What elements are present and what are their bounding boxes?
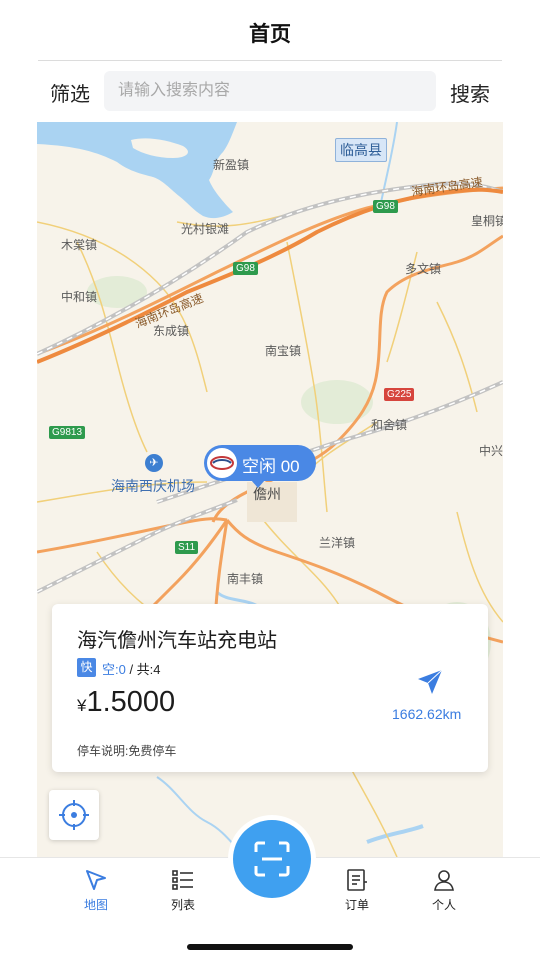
- station-logo-icon: [207, 448, 237, 478]
- total-count: / 共:4: [125, 662, 161, 677]
- fast-charge-badge: 快: [77, 658, 96, 677]
- station-map-marker[interactable]: 空闲 00: [204, 445, 316, 488]
- locate-icon: [59, 800, 89, 830]
- map-label: 和舍镇: [371, 418, 408, 432]
- map-airport-label: 海南西庆机场: [111, 478, 195, 494]
- search-input[interactable]: [104, 71, 436, 111]
- tab-label: 地图: [83, 898, 108, 912]
- parking-note: 停车说明:免费停车: [77, 744, 177, 758]
- map-road-badge: G225: [384, 388, 415, 401]
- search-button[interactable]: 搜索: [450, 78, 490, 107]
- tab-label: 列表: [170, 898, 195, 912]
- airport-icon: ✈: [145, 454, 163, 472]
- page-title: 首页: [249, 23, 291, 46]
- map-label: 木棠镇: [61, 238, 98, 252]
- marker-pointer: [251, 480, 265, 488]
- availability-text: 空:0 / 共:4: [102, 659, 161, 678]
- map-label: 光村银滩: [181, 222, 230, 236]
- tab-profile[interactable]: 个人: [404, 858, 484, 918]
- tab-label: 订单: [344, 898, 369, 912]
- header: 首页: [0, 0, 540, 62]
- station-card[interactable]: 海汽儋州汽车站充电站 快 空:0 / 共:4 ¥1.5000 停车说明:免费停车…: [52, 604, 488, 772]
- price-value: 1.5000: [86, 686, 176, 718]
- tab-map[interactable]: 地图: [56, 858, 136, 918]
- distance-text[interactable]: 1662.62km: [392, 706, 461, 722]
- person-icon: [434, 870, 454, 891]
- station-name: 海汽儋州汽车站充电站: [77, 630, 277, 652]
- map-road-badge: G98: [373, 200, 398, 213]
- locate-button[interactable]: [49, 790, 99, 840]
- free-count: 空:0: [102, 662, 126, 677]
- navigate-icon[interactable]: [416, 668, 444, 696]
- search-bar: 筛选 搜索: [0, 62, 540, 122]
- tab-list[interactable]: 列表: [143, 858, 223, 918]
- map-county-tag: 临高县: [335, 138, 387, 162]
- filter-button[interactable]: 筛选: [50, 78, 90, 107]
- navigation-icon: [86, 870, 106, 890]
- order-icon: [347, 869, 367, 891]
- map-label: 中兴: [479, 444, 503, 458]
- scan-icon: [254, 841, 290, 877]
- tab-orders[interactable]: 订单: [317, 858, 397, 918]
- map-label: 新盈镇: [213, 158, 250, 172]
- list-icon: [172, 870, 193, 890]
- map-label: 南丰镇: [227, 572, 264, 586]
- map-label: 多文镇: [405, 262, 442, 276]
- map-label: 兰洋镇: [319, 536, 356, 550]
- marker-status-text: 空闲 00: [242, 457, 300, 476]
- header-divider: [38, 60, 502, 61]
- map-road-badge: G98: [233, 262, 258, 275]
- map-label: 皇桐镇: [471, 214, 503, 228]
- tab-label: 个人: [431, 898, 456, 912]
- map-road-badge: G9813: [49, 426, 86, 439]
- map-label: 南宝镇: [265, 344, 302, 358]
- home-indicator: [187, 944, 353, 950]
- price: ¥1.5000: [77, 686, 175, 719]
- map-label: 中和镇: [61, 290, 98, 304]
- map-label: 东成镇: [153, 324, 190, 338]
- scan-button[interactable]: [233, 820, 311, 898]
- map-road-badge: S11: [175, 541, 199, 554]
